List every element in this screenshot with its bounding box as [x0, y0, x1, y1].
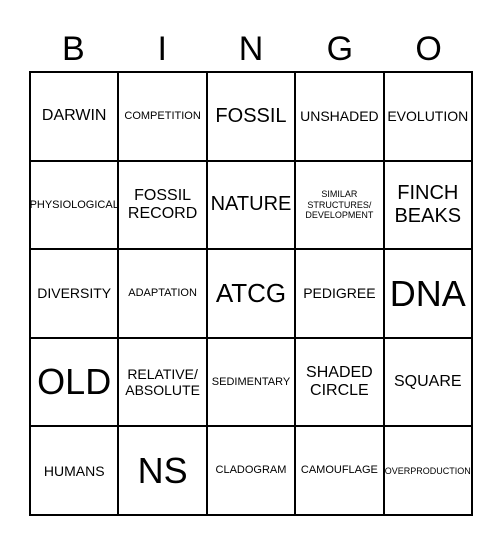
bingo-cell[interactable]: EVOLUTION: [384, 73, 471, 160]
bingo-cell[interactable]: NATURE: [207, 161, 295, 249]
header-letter-n: N: [238, 30, 264, 68]
bingo-cell[interactable]: OLD: [31, 338, 118, 426]
bingo-cell[interactable]: SEDIMENTARY: [207, 338, 295, 426]
bingo-cell[interactable]: PEDIGREE: [296, 250, 383, 337]
bingo-cell-text: OLD: [37, 361, 112, 403]
bingo-cell[interactable]: FINCH BEAKS: [384, 161, 471, 249]
bingo-cell[interactable]: OVERPRODUCTION: [384, 427, 471, 514]
bingo-cell[interactable]: HUMANS: [31, 427, 118, 514]
bingo-cell-text: OVERPRODUCTION: [384, 465, 471, 476]
bingo-grid: DARWIN COMPETITION FOSSIL UNSHADED EVOLUTION…: [29, 71, 473, 516]
bingo-cell-text: UNSHADED: [300, 108, 379, 125]
bingo-cell-text: CLADOGRAM: [215, 464, 287, 477]
bingo-cell[interactable]: DNA: [384, 250, 471, 337]
bingo-card: B I N G O DARWIN COMPETITION FOSSIL UNSHADE…: [0, 0, 501, 544]
bingo-cell[interactable]: ATCG: [207, 250, 295, 337]
bingo-cell-text: FOSSIL: [215, 104, 287, 127]
header-letter-o: O: [415, 30, 442, 68]
bingo-cell-text: CAMOUFLAGE: [300, 464, 378, 477]
bingo-cell[interactable]: DIVERSITY: [31, 250, 118, 337]
bingo-cell[interactable]: DARWIN: [31, 73, 118, 160]
bingo-cell-text: HUMANS: [43, 462, 105, 479]
bingo-cell[interactable]: UNSHADED: [296, 73, 383, 160]
bingo-cell-text: RELATIVE/ ABSOLUTE: [125, 366, 200, 399]
bingo-cell[interactable]: CLADOGRAM: [207, 427, 295, 514]
bingo-cell[interactable]: RELATIVE/ ABSOLUTE: [119, 338, 206, 426]
bingo-cell[interactable]: ADAPTATION: [119, 250, 206, 337]
bingo-cell[interactable]: SQUARE: [384, 338, 471, 426]
bingo-header: B I N G O: [29, 28, 473, 70]
bingo-cell-text: SEDIMENTARY: [211, 375, 291, 388]
bingo-cell-text: ATCG: [215, 277, 287, 308]
bingo-cell[interactable]: NS: [119, 427, 206, 514]
bingo-cell-text: DARWIN: [41, 107, 107, 125]
bingo-cell-text: NS: [137, 449, 188, 491]
bingo-cell-text: SHADED CIRCLE: [306, 363, 373, 400]
bingo-cell[interactable]: PHYSIOLOGICAL: [31, 161, 118, 249]
bingo-cell[interactable]: FOSSIL RECORD: [119, 161, 206, 249]
bingo-cell-text: NATURE: [210, 193, 292, 216]
bingo-cell[interactable]: SHADED CIRCLE: [296, 338, 383, 426]
bingo-cell-text: PEDIGREE: [303, 285, 376, 302]
bingo-cell[interactable]: FOSSIL: [207, 73, 295, 160]
bingo-cell-text: DNA: [389, 272, 466, 314]
bingo-cell-text: ADAPTATION: [128, 287, 197, 300]
bingo-cell-text: COMPETITION: [124, 109, 201, 122]
bingo-cell-text: FINCH BEAKS: [394, 181, 462, 227]
bingo-cell-text: PHYSIOLOGICAL: [31, 198, 118, 211]
header-letter-g: G: [326, 30, 354, 68]
header-letter-b: B: [62, 30, 85, 68]
bingo-cell[interactable]: COMPETITION: [119, 73, 206, 160]
bingo-cell[interactable]: CAMOUFLAGE: [296, 427, 383, 514]
bingo-cell-text: SQUARE: [394, 372, 462, 390]
bingo-cell-text: FOSSIL RECORD: [127, 186, 198, 222]
bingo-cell-text: EVOLUTION: [387, 108, 469, 125]
bingo-cell-text: DIVERSITY: [37, 285, 112, 302]
bingo-cell-text: SIMILAR STRUCTURES/ DEVELOPMENT: [305, 189, 374, 221]
bingo-cell[interactable]: SIMILAR STRUCTURES/ DEVELOPMENT: [296, 161, 383, 249]
header-letter-i: I: [157, 30, 167, 68]
